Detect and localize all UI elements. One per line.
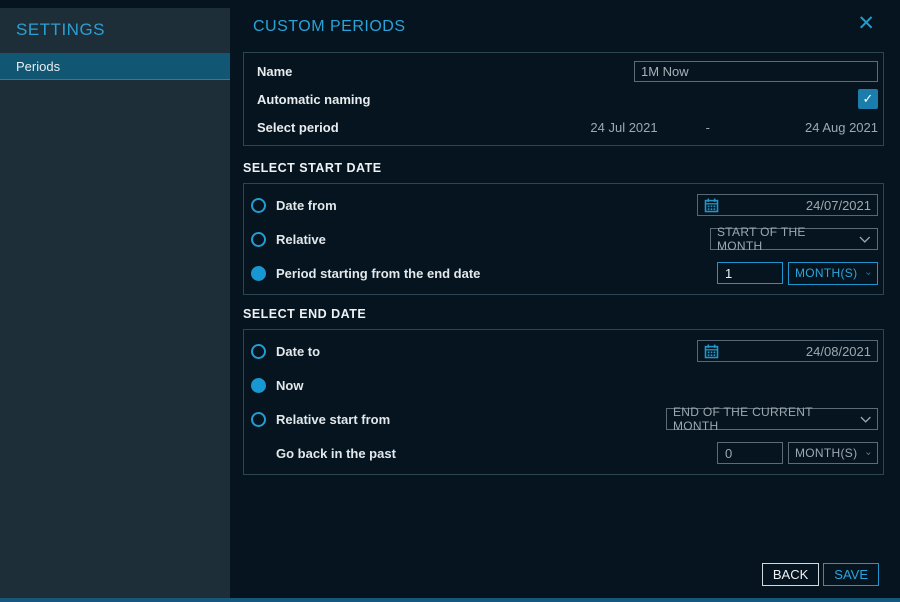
start-unit-value: MONTH(S) (795, 266, 857, 280)
period-separator: - (706, 120, 710, 135)
relative-row: Relative START OF THE MONTH (249, 222, 878, 256)
period-from-end-radio[interactable] (251, 266, 266, 281)
date-from-row: Date from 24/07/ (249, 188, 878, 222)
go-back-unit-select[interactable]: MONTH(S) (788, 442, 878, 464)
go-back-row: Go back in the past MONTH(S) (249, 436, 878, 470)
relative-start-from-value: END OF THE CURRENT MONTH (673, 405, 851, 433)
relative-label: Relative (276, 232, 326, 247)
now-radio[interactable] (251, 378, 266, 393)
close-icon[interactable]: ✕ (857, 13, 875, 34)
save-button[interactable]: SAVE (823, 563, 879, 586)
custom-periods-panel: CUSTOM PERIODS ✕ Name Automatic naming ✓ (230, 0, 900, 598)
date-from-radio[interactable] (251, 198, 266, 213)
general-settings-box: Name Automatic naming ✓ Select period 24… (243, 52, 884, 146)
date-from-input[interactable]: 24/07/2021 (697, 194, 878, 216)
panel-content: Name Automatic naming ✓ Select period 24… (243, 52, 884, 475)
relative-select-value: START OF THE MONTH (717, 225, 850, 253)
automatic-naming-label: Automatic naming (257, 92, 370, 107)
go-back-label: Go back in the past (276, 446, 396, 461)
period-end-date: 24 Aug 2021 (805, 120, 878, 135)
start-date-box: Date from 24/07/ (243, 183, 884, 295)
automatic-naming-checkbox[interactable]: ✓ (858, 89, 878, 109)
name-row: Name (249, 57, 878, 85)
relative-radio[interactable] (251, 232, 266, 247)
chevron-down-icon (860, 416, 871, 423)
back-button[interactable]: BACK (762, 563, 819, 586)
sidebar-item-periods[interactable]: Periods (0, 53, 230, 80)
sidebar-title: SETTINGS (0, 8, 230, 53)
relative-start-from-select[interactable]: END OF THE CURRENT MONTH (666, 408, 878, 430)
chevron-down-icon (866, 270, 871, 277)
date-to-label: Date to (276, 344, 320, 359)
chevron-down-icon (866, 450, 871, 457)
period-from-end-row: Period starting from the end date MONTH(… (249, 256, 878, 290)
go-back-amount-input[interactable] (717, 442, 783, 464)
period-start-date: 24 Jul 2021 (590, 120, 657, 135)
period-from-end-label: Period starting from the end date (276, 266, 480, 281)
name-input[interactable] (634, 61, 878, 82)
relative-start-from-label: Relative start from (276, 412, 390, 427)
date-from-value: 24/07/2021 (719, 198, 871, 213)
chevron-down-icon (859, 236, 871, 243)
now-row: Now (249, 368, 878, 402)
date-to-row: Date to 24/08/20 (249, 334, 878, 368)
now-label: Now (276, 378, 303, 393)
start-date-section-title: SELECT START DATE (243, 161, 884, 175)
panel-title: CUSTOM PERIODS (253, 18, 406, 36)
end-date-box: Date to 24/08/20 (243, 329, 884, 475)
settings-sidebar: SETTINGS Periods (0, 8, 230, 598)
select-period-row: Select period 24 Jul 2021 - 24 Aug 2021 (249, 113, 878, 141)
relative-start-from-radio[interactable] (251, 412, 266, 427)
calendar-icon (704, 198, 719, 213)
go-back-unit-value: MONTH(S) (795, 446, 857, 460)
end-date-section-title: SELECT END DATE (243, 307, 884, 321)
select-period-label: Select period (257, 120, 339, 135)
date-to-value: 24/08/2021 (719, 344, 871, 359)
date-from-label: Date from (276, 198, 337, 213)
dialog-footer: BACK SAVE (762, 563, 879, 586)
custom-periods-dialog: SETTINGS Periods CUSTOM PERIODS ✕ Name A… (0, 0, 900, 602)
start-unit-select[interactable]: MONTH(S) (788, 262, 878, 285)
relative-select[interactable]: START OF THE MONTH (710, 228, 878, 250)
check-icon: ✓ (863, 91, 874, 107)
bottom-accent-bar (0, 598, 900, 602)
panel-header: CUSTOM PERIODS ✕ (230, 0, 900, 52)
calendar-icon (704, 344, 719, 359)
automatic-naming-row: Automatic naming ✓ (249, 85, 878, 113)
start-amount-input[interactable] (717, 262, 783, 284)
date-to-radio[interactable] (251, 344, 266, 359)
name-label: Name (257, 64, 292, 79)
date-to-input[interactable]: 24/08/2021 (697, 340, 878, 362)
relative-start-from-row: Relative start from END OF THE CURRENT M… (249, 402, 878, 436)
